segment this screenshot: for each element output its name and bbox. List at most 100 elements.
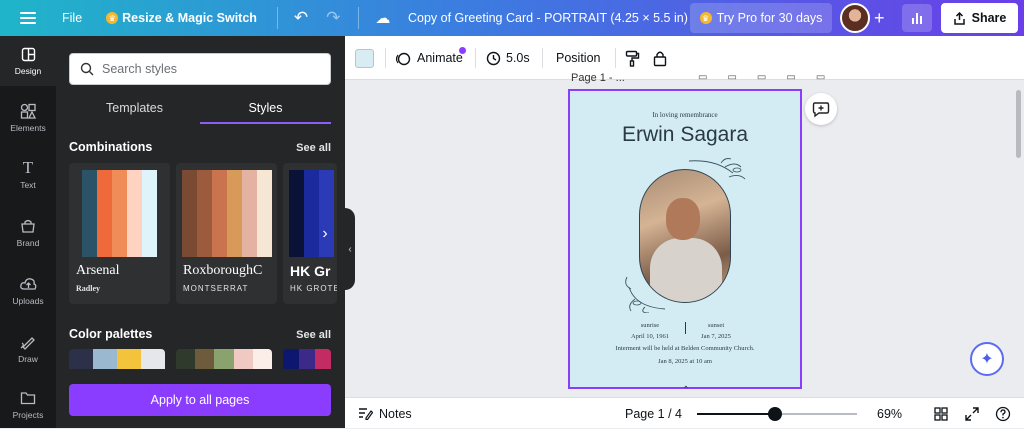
chevron-right-icon[interactable]: › [314, 220, 336, 248]
share-icon [953, 11, 965, 25]
rail-item-projects[interactable]: Projects [0, 382, 56, 428]
rail-item-design[interactable]: Design [0, 36, 56, 86]
fullscreen-icon[interactable] [965, 398, 979, 429]
swatch [197, 170, 212, 257]
insights-icon[interactable] [902, 4, 932, 32]
color-palettes-title: Color palettes [69, 327, 153, 341]
chevron-up-icon[interactable]: ⌃ [678, 385, 694, 396]
notes-button[interactable]: Notes [358, 398, 412, 429]
search-box[interactable] [69, 53, 331, 85]
clock-icon [486, 51, 501, 65]
color-palette[interactable] [69, 349, 165, 369]
combinations-title: Combinations [69, 140, 153, 154]
color-palette[interactable] [176, 349, 272, 369]
grid-view-icon[interactable] [934, 398, 948, 429]
add-collaborator-icon[interactable]: + [874, 8, 885, 29]
lock-page-icon[interactable]: ▭ [727, 72, 736, 83]
portrait-photo[interactable] [639, 169, 731, 303]
text-icon: T [22, 158, 34, 177]
share-button[interactable]: Share [941, 3, 1018, 33]
sunset-date: Jan 7, 2025 [701, 333, 731, 340]
zoom-value[interactable]: 69% [877, 398, 902, 429]
design-icon [19, 46, 37, 62]
add-comment-button[interactable] [805, 93, 837, 125]
combination-card-roxborough[interactable]: RoxboroughC MONTSERRAT [176, 163, 277, 304]
card-kicker[interactable]: In loving remembrance [570, 111, 800, 119]
interment-text[interactable]: Interment will be held at Belden Communi… [570, 345, 800, 352]
swatch [82, 170, 97, 257]
sunset-block[interactable]: sunset Jan 7, 2025 [676, 320, 756, 342]
notes-icon [359, 408, 373, 420]
tab-templates[interactable]: Templates [69, 96, 200, 124]
paint-roller-icon[interactable] [625, 36, 640, 80]
animate-button[interactable]: Animate [395, 36, 463, 80]
combination-card-arsenal[interactable]: Arsenal Radley [69, 163, 170, 304]
rail-label: Uploads [12, 296, 44, 306]
combination-name: HK Gr [290, 263, 331, 279]
combination-swatches [182, 170, 272, 257]
avatar[interactable] [840, 3, 870, 33]
new-feature-dot [459, 47, 466, 54]
canvas-scrollbar[interactable] [1016, 90, 1021, 158]
combination-swatches [75, 170, 157, 257]
crown-icon: ♛ [106, 12, 119, 24]
duplicate-page-icon[interactable]: ▭ [757, 72, 766, 83]
divider [542, 48, 543, 68]
service-time-text[interactable]: Jan 8, 2025 at 10 am [570, 358, 800, 365]
editor-toolbar: Animate 5.0s Position [345, 36, 1024, 80]
tab-styles[interactable]: Styles [200, 96, 331, 124]
document-title[interactable]: Copy of Greeting Card - PORTRAIT (4.25 ×… [408, 0, 688, 36]
color-palette[interactable] [283, 349, 331, 369]
greeting-card-page[interactable]: In loving remembrance Erwin Sagara sunri… [568, 89, 802, 389]
palettes-see-all-link[interactable]: See all [296, 329, 331, 341]
comment-plus-icon [812, 101, 830, 117]
try-pro-button[interactable]: ♛ Try Pro for 30 days [690, 3, 832, 33]
rail-item-elements[interactable]: Elements [0, 93, 56, 143]
page-count-button[interactable]: Page 1 / 4 [625, 398, 682, 429]
add-page-icon[interactable]: ▭ [816, 72, 825, 83]
photo-shirt [650, 238, 722, 302]
undo-icon[interactable]: ↶ [294, 0, 308, 36]
divider [385, 48, 386, 68]
zoom-slider-handle[interactable] [768, 407, 783, 421]
page-label: Page 1 - ... [571, 72, 625, 84]
zoom-slider[interactable] [697, 407, 857, 421]
card-name[interactable]: Erwin Sagara [570, 123, 800, 147]
file-menu-button[interactable]: File [62, 0, 82, 36]
try-pro-label: Try Pro for 30 days [716, 11, 823, 25]
delete-page-icon[interactable]: ▭ [786, 72, 795, 83]
swatch [257, 170, 272, 257]
animate-label: Animate [417, 51, 463, 65]
menu-icon[interactable] [20, 12, 36, 24]
swatch [227, 170, 242, 257]
swatch [182, 170, 197, 257]
resize-magic-switch-button[interactable]: ♛ Resize & Magic Switch [106, 0, 257, 36]
apply-to-all-pages-button[interactable]: Apply to all pages [69, 384, 331, 416]
divider [358, 7, 360, 29]
cloud-save-icon[interactable]: ☁ [375, 0, 390, 36]
share-label: Share [971, 11, 1007, 25]
swatch [242, 170, 257, 257]
magic-assistant-button[interactable]: ✦ [970, 342, 1004, 376]
duration-button[interactable]: 5.0s [486, 36, 530, 80]
animate-icon [395, 52, 411, 65]
help-icon[interactable] [995, 398, 1011, 429]
background-color-swatch[interactable] [355, 49, 374, 68]
rail-label: Draw [18, 354, 38, 364]
redo-icon[interactable]: ↷ [326, 0, 340, 36]
rail-item-draw[interactable]: Draw [0, 324, 56, 374]
combinations-see-all-link[interactable]: See all [296, 142, 331, 154]
rail-item-brand[interactable]: Brand [0, 208, 56, 258]
rail-item-uploads[interactable]: Uploads [0, 266, 56, 316]
sunset-label: sunset [707, 322, 725, 329]
comment-icon[interactable]: ▭ [698, 72, 707, 83]
styles-panel: Templates Styles Combinations See all Ar… [56, 36, 345, 428]
collapse-panel-handle[interactable]: ‹ [345, 208, 355, 290]
draw-icon [19, 334, 37, 350]
photo-face [666, 198, 700, 240]
rail-item-text[interactable]: T Text [0, 150, 56, 200]
lock-icon[interactable] [653, 36, 667, 80]
panel-tabs: Templates Styles [69, 96, 331, 124]
search-input[interactable] [102, 62, 302, 76]
elements-icon [19, 103, 37, 119]
